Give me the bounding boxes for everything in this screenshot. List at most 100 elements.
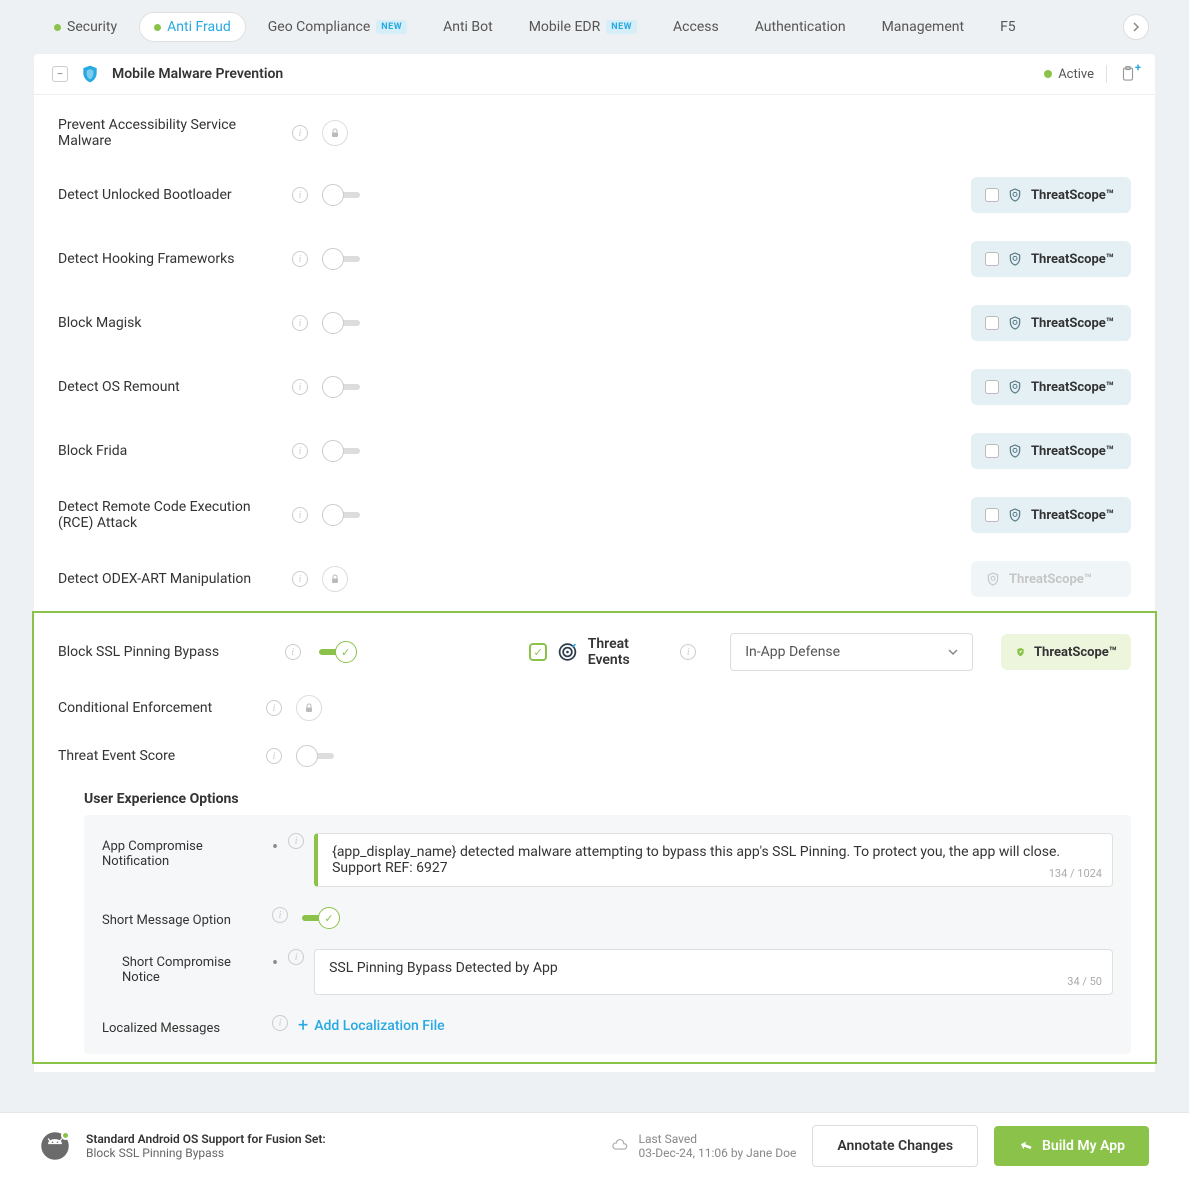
fusion-set-title: Standard Android OS Support for Fusion S… xyxy=(86,1132,326,1146)
info-icon[interactable]: i xyxy=(266,748,282,764)
info-icon[interactable]: i xyxy=(292,571,308,587)
setting-toggle[interactable] xyxy=(298,907,340,929)
top-tabs: Security Anti Fraud Geo ComplianceNEW An… xyxy=(0,0,1189,54)
shield-check-icon xyxy=(1007,187,1023,203)
annotate-changes-button[interactable]: Annotate Changes xyxy=(812,1125,978,1167)
setting-toggle[interactable] xyxy=(322,504,364,526)
info-icon[interactable]: i xyxy=(288,949,304,965)
panel-header: − Mobile Malware Prevention Active + xyxy=(34,54,1155,95)
shield-check-icon xyxy=(1007,315,1023,331)
info-icon[interactable]: i xyxy=(272,907,288,923)
add-localization-button[interactable]: + Add Localization File xyxy=(298,1015,445,1036)
info-icon[interactable]: i xyxy=(292,315,308,331)
threatscope-label: ThreatScope™ xyxy=(1031,380,1114,395)
info-icon[interactable]: i xyxy=(292,125,308,141)
shield-check-icon xyxy=(1007,443,1023,459)
info-icon[interactable]: i xyxy=(680,644,696,660)
last-saved-label: Last Saved xyxy=(639,1132,797,1146)
tab-anti-fraud[interactable]: Anti Fraud xyxy=(139,12,246,42)
tab-label: Anti Fraud xyxy=(167,19,231,35)
setting-toggle[interactable] xyxy=(322,312,364,334)
info-icon[interactable]: i xyxy=(272,1015,288,1031)
panel-title: Mobile Malware Prevention xyxy=(112,66,1032,82)
setting-row: Prevent Accessibility Service Malware i xyxy=(34,103,1155,163)
checkbox[interactable] xyxy=(985,316,999,330)
info-icon[interactable]: i xyxy=(292,443,308,459)
status-dot-icon xyxy=(54,24,61,31)
build-my-app-button[interactable]: Build My App xyxy=(994,1126,1149,1166)
threatscope-badge[interactable]: ThreatScope™ xyxy=(1001,634,1131,670)
short-notice-textarea[interactable]: SSL Pinning Bypass Detected by App 34 / … xyxy=(314,949,1113,995)
tab-label: Anti Bot xyxy=(443,19,493,35)
setting-label: Detect Remote Code Execution (RCE) Attac… xyxy=(58,499,278,531)
new-badge: NEW xyxy=(606,20,637,34)
setting-toggle[interactable] xyxy=(296,745,338,767)
status-dot-icon xyxy=(61,1131,70,1140)
setting-toggle[interactable] xyxy=(315,641,356,663)
setting-row: Detect Remote Code Execution (RCE) Attac… xyxy=(34,483,1155,547)
info-icon[interactable]: i xyxy=(292,187,308,203)
notification-textarea[interactable]: {app_display_name} detected malware atte… xyxy=(314,833,1113,887)
threatscope-badge[interactable]: ThreatScope™ xyxy=(971,497,1131,533)
ux-label: Short Compromise Notice xyxy=(122,949,262,985)
tab-management[interactable]: Management xyxy=(868,13,978,41)
defense-select[interactable]: In-App Defense xyxy=(730,633,973,671)
checkbox[interactable] xyxy=(985,188,999,202)
setting-toggle[interactable] xyxy=(322,184,364,206)
threatscope-label: ThreatScope™ xyxy=(1031,252,1114,267)
collapse-button[interactable]: − xyxy=(52,66,68,82)
clipboard-button[interactable]: + xyxy=(1119,65,1137,83)
checkbox[interactable] xyxy=(985,252,999,266)
button-label: Build My App xyxy=(1042,1138,1125,1154)
info-icon[interactable]: i xyxy=(285,644,301,660)
tab-f5[interactable]: F5 xyxy=(986,13,1030,41)
ux-row: Localized Messages i + Add Localization … xyxy=(84,1005,1131,1046)
ux-row: App Compromise Notification • i {app_dis… xyxy=(84,823,1131,897)
tab-anti-bot[interactable]: Anti Bot xyxy=(429,13,507,41)
footer-bar: Standard Android OS Support for Fusion S… xyxy=(0,1112,1189,1179)
tab-security[interactable]: Security xyxy=(40,13,131,41)
checkbox[interactable] xyxy=(985,380,999,394)
threat-events-group: ✓ Threat Events i xyxy=(529,636,696,668)
threatscope-badge[interactable]: ThreatScope™ xyxy=(971,177,1131,213)
button-label: Annotate Changes xyxy=(837,1138,953,1154)
threatscope-badge: ThreatScope™ xyxy=(971,561,1131,597)
tab-authentication[interactable]: Authentication xyxy=(741,13,860,41)
threatscope-badge[interactable]: ThreatScope™ xyxy=(971,305,1131,341)
select-value: In-App Defense xyxy=(745,644,840,660)
checkbox[interactable] xyxy=(985,444,999,458)
tabs-next-button[interactable] xyxy=(1123,14,1149,40)
info-icon[interactable]: i xyxy=(292,379,308,395)
setting-row: Detect ODEX-ART Manipulation i ThreatSco… xyxy=(34,547,1155,611)
malware-prevention-panel: − Mobile Malware Prevention Active + Pre… xyxy=(34,54,1155,1072)
tab-label: Authentication xyxy=(755,19,846,35)
status-text: Active xyxy=(1058,67,1094,82)
setting-toggle[interactable] xyxy=(322,440,364,462)
ux-label: Short Message Option xyxy=(102,907,262,928)
tab-access[interactable]: Access xyxy=(659,13,733,41)
divider xyxy=(1106,65,1107,83)
tab-label: Management xyxy=(882,19,964,35)
checkbox[interactable] xyxy=(985,508,999,522)
info-icon[interactable]: i xyxy=(288,833,304,849)
setting-label: Detect Unlocked Bootloader xyxy=(58,187,278,203)
tab-mobile-edr[interactable]: Mobile EDRNEW xyxy=(515,13,651,41)
threatscope-badge[interactable]: ThreatScope™ xyxy=(971,369,1131,405)
threatscope-badge[interactable]: ThreatScope™ xyxy=(971,241,1131,277)
setting-row: Block Magisk i ThreatScope™ xyxy=(34,291,1155,355)
tab-geo-compliance[interactable]: Geo ComplianceNEW xyxy=(254,13,421,41)
threatscope-badge[interactable]: ThreatScope™ xyxy=(971,433,1131,469)
chevron-down-icon xyxy=(948,647,958,657)
info-icon[interactable]: i xyxy=(292,507,308,523)
threat-events-label: Threat Events xyxy=(588,636,670,668)
setting-label: Conditional Enforcement xyxy=(58,700,252,716)
info-icon[interactable]: i xyxy=(292,251,308,267)
setting-toggle[interactable] xyxy=(322,248,364,270)
status-dot-icon xyxy=(154,24,161,31)
threat-events-checkbox[interactable]: ✓ xyxy=(529,643,546,661)
info-icon[interactable]: i xyxy=(266,700,282,716)
last-saved-value: 03-Dec-24, 11:06 by Jane Doe xyxy=(639,1146,797,1160)
threatscope-label: ThreatScope™ xyxy=(1031,188,1114,203)
setting-toggle[interactable] xyxy=(322,376,364,398)
threatscope-label: ThreatScope™ xyxy=(1009,572,1092,587)
